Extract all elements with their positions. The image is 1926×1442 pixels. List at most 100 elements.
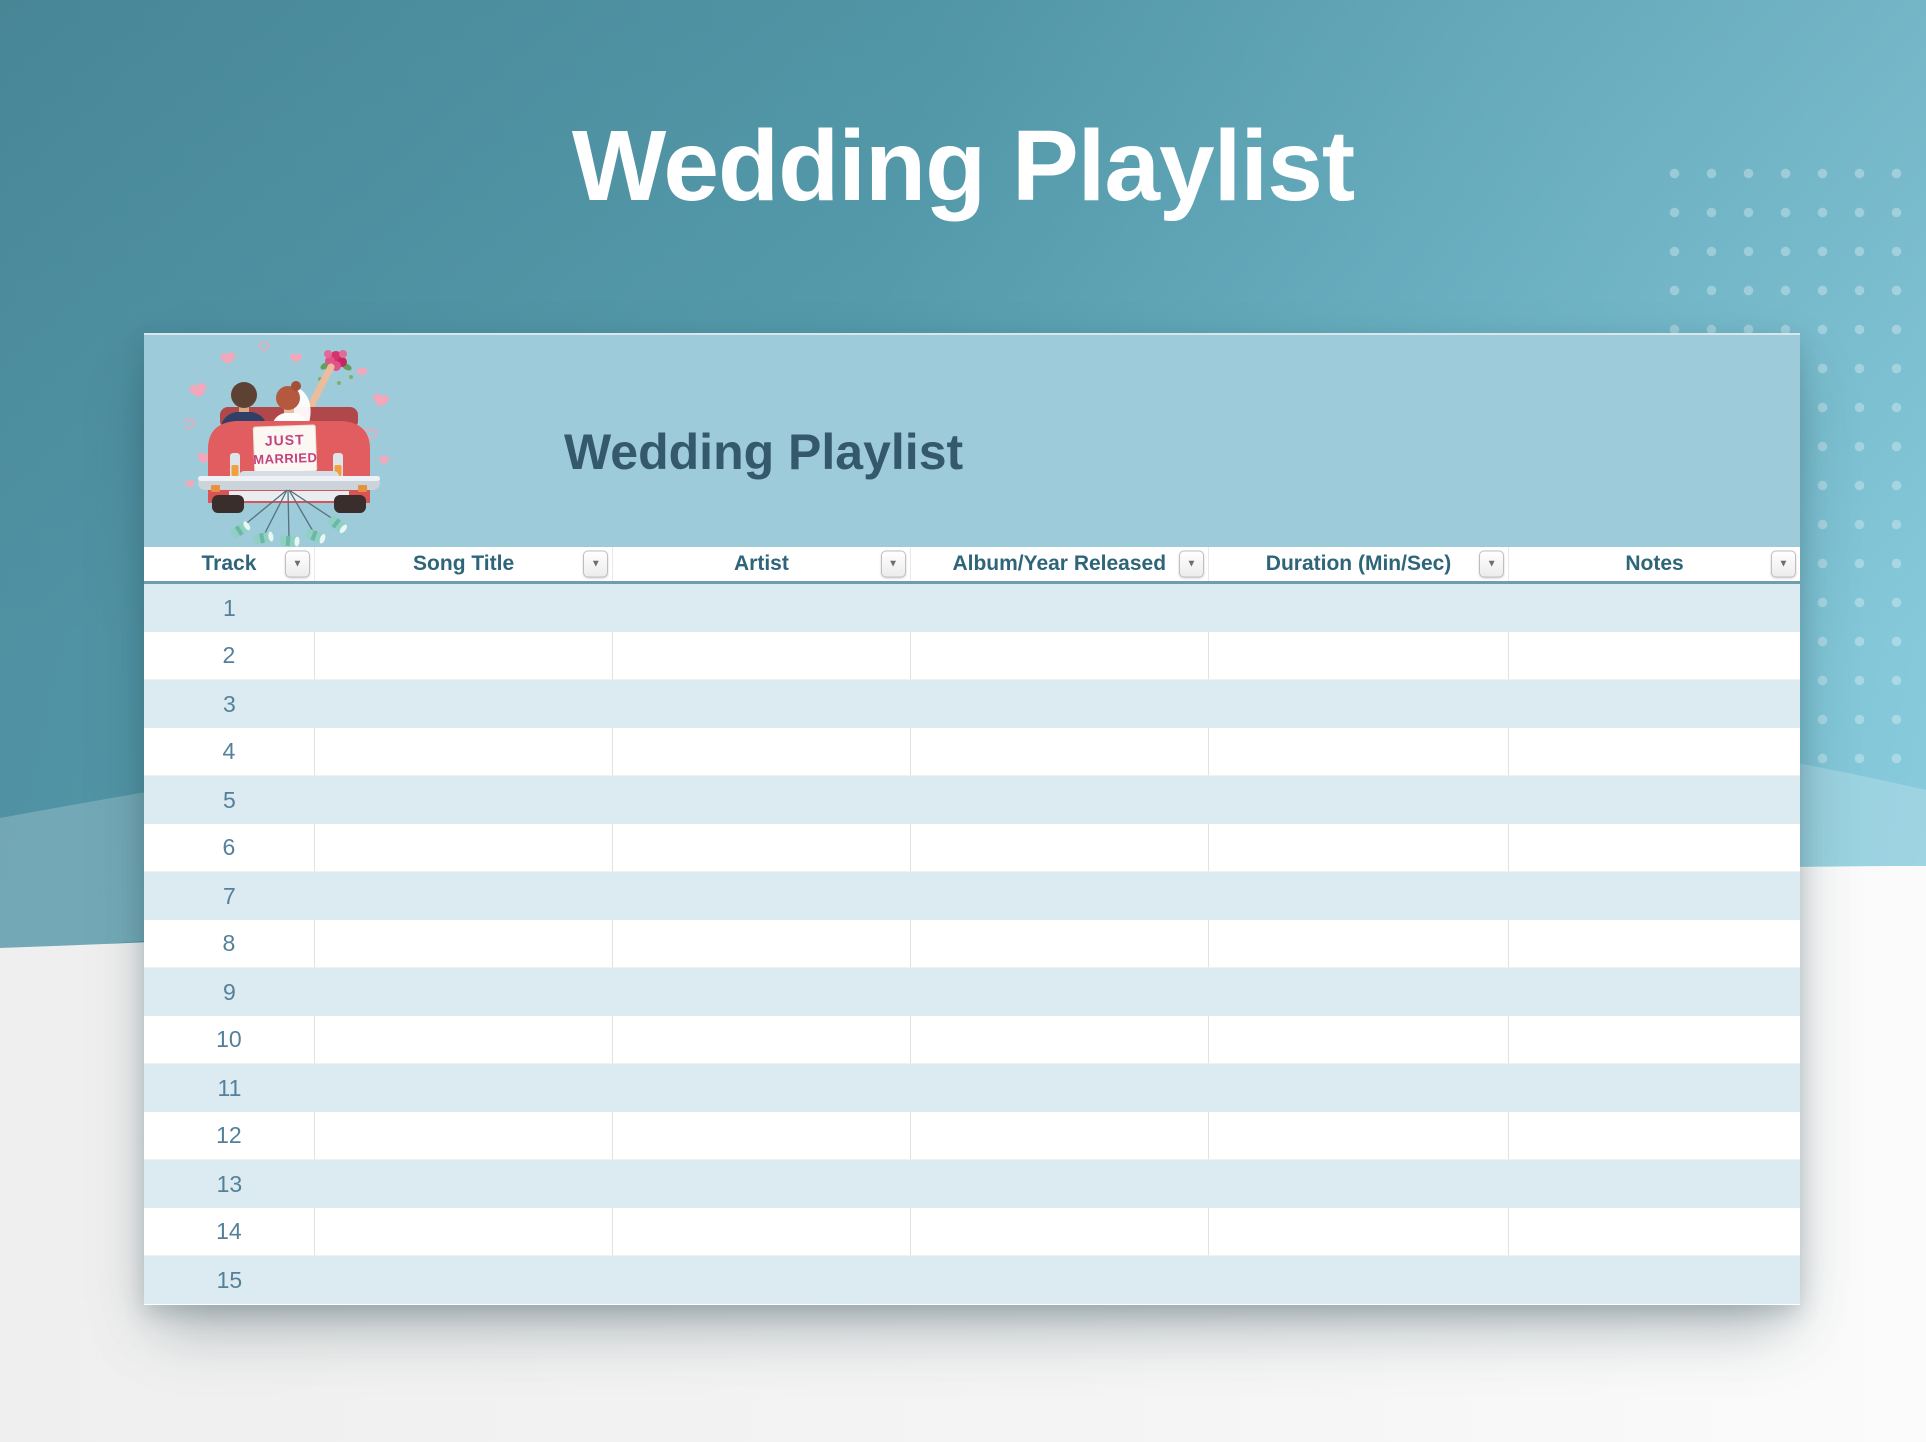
track-cell[interactable]: 13 xyxy=(144,1160,315,1208)
artist-cell[interactable] xyxy=(613,968,910,1016)
duration-cell[interactable] xyxy=(1209,1112,1509,1160)
duration-cell[interactable] xyxy=(1209,728,1509,776)
track-cell[interactable]: 15 xyxy=(144,1256,315,1304)
track-cell[interactable]: 8 xyxy=(144,920,315,968)
notes-cell[interactable] xyxy=(1509,968,1800,1016)
duration-cell[interactable] xyxy=(1209,920,1509,968)
artist-cell[interactable] xyxy=(613,680,910,728)
duration-cell[interactable] xyxy=(1209,872,1509,920)
song-title-cell[interactable] xyxy=(315,824,613,872)
album-year-cell[interactable] xyxy=(911,872,1209,920)
artist-cell[interactable] xyxy=(613,1064,910,1112)
artist-cell[interactable] xyxy=(613,1208,910,1256)
artist-cell[interactable] xyxy=(613,632,910,680)
notes-cell[interactable] xyxy=(1509,728,1800,776)
track-cell[interactable]: 1 xyxy=(144,584,315,632)
duration-cell[interactable] xyxy=(1209,776,1509,824)
filter-button-album-year[interactable]: ▼ xyxy=(1179,551,1204,578)
notes-cell[interactable] xyxy=(1509,632,1800,680)
artist-cell[interactable] xyxy=(613,824,910,872)
table-row: 1 xyxy=(144,584,1800,632)
duration-cell[interactable] xyxy=(1209,1016,1509,1064)
notes-cell[interactable] xyxy=(1509,824,1800,872)
album-year-cell[interactable] xyxy=(911,1160,1209,1208)
notes-cell[interactable] xyxy=(1509,680,1800,728)
notes-cell[interactable] xyxy=(1509,1256,1800,1304)
album-year-cell[interactable] xyxy=(911,632,1209,680)
track-cell[interactable]: 2 xyxy=(144,632,315,680)
song-title-cell[interactable] xyxy=(315,632,613,680)
album-year-cell[interactable] xyxy=(911,968,1209,1016)
track-cell[interactable]: 10 xyxy=(144,1016,315,1064)
notes-cell[interactable] xyxy=(1509,872,1800,920)
filter-button-track[interactable]: ▼ xyxy=(285,551,310,578)
album-year-cell[interactable] xyxy=(911,824,1209,872)
album-year-cell[interactable] xyxy=(911,1208,1209,1256)
track-cell[interactable]: 14 xyxy=(144,1208,315,1256)
duration-cell[interactable] xyxy=(1209,632,1509,680)
song-title-cell[interactable] xyxy=(315,1016,613,1064)
album-year-cell[interactable] xyxy=(911,920,1209,968)
album-year-cell[interactable] xyxy=(911,1112,1209,1160)
artist-cell[interactable] xyxy=(613,1112,910,1160)
artist-cell[interactable] xyxy=(613,920,910,968)
artist-cell[interactable] xyxy=(613,584,910,632)
artist-cell[interactable] xyxy=(613,1016,910,1064)
artist-cell[interactable] xyxy=(613,728,910,776)
song-title-cell[interactable] xyxy=(315,1256,613,1304)
notes-cell[interactable] xyxy=(1509,920,1800,968)
notes-cell[interactable] xyxy=(1509,1016,1800,1064)
duration-cell[interactable] xyxy=(1209,1208,1509,1256)
duration-cell[interactable] xyxy=(1209,968,1509,1016)
artist-cell[interactable] xyxy=(613,872,910,920)
table-row: 12 xyxy=(144,1112,1800,1160)
track-cell[interactable]: 11 xyxy=(144,1064,315,1112)
album-year-cell[interactable] xyxy=(911,1064,1209,1112)
duration-cell[interactable] xyxy=(1209,1160,1509,1208)
notes-cell[interactable] xyxy=(1509,776,1800,824)
notes-cell[interactable] xyxy=(1509,584,1800,632)
filter-button-notes[interactable]: ▼ xyxy=(1771,551,1796,578)
duration-cell[interactable] xyxy=(1209,824,1509,872)
track-cell[interactable]: 7 xyxy=(144,872,315,920)
notes-cell[interactable] xyxy=(1509,1208,1800,1256)
track-cell[interactable]: 12 xyxy=(144,1112,315,1160)
track-cell[interactable]: 3 xyxy=(144,680,315,728)
artist-cell[interactable] xyxy=(613,1160,910,1208)
song-title-cell[interactable] xyxy=(315,968,613,1016)
duration-cell[interactable] xyxy=(1209,1256,1509,1304)
album-year-cell[interactable] xyxy=(911,1256,1209,1304)
album-year-cell[interactable] xyxy=(911,728,1209,776)
filter-button-song-title[interactable]: ▼ xyxy=(583,551,608,578)
duration-cell[interactable] xyxy=(1209,1064,1509,1112)
just-married-sign: JUST MARRIED xyxy=(252,425,318,473)
artist-cell[interactable] xyxy=(613,776,910,824)
filter-button-duration[interactable]: ▼ xyxy=(1479,551,1504,578)
song-title-cell[interactable] xyxy=(315,1160,613,1208)
album-year-cell[interactable] xyxy=(911,1016,1209,1064)
song-title-cell[interactable] xyxy=(315,728,613,776)
track-cell[interactable]: 9 xyxy=(144,968,315,1016)
album-year-cell[interactable] xyxy=(911,680,1209,728)
album-year-cell[interactable] xyxy=(911,584,1209,632)
song-title-cell[interactable] xyxy=(315,680,613,728)
artist-cell[interactable] xyxy=(613,1256,910,1304)
duration-cell[interactable] xyxy=(1209,584,1509,632)
track-cell[interactable]: 4 xyxy=(144,728,315,776)
track-cell[interactable]: 5 xyxy=(144,776,315,824)
song-title-cell[interactable] xyxy=(315,776,613,824)
album-year-cell[interactable] xyxy=(911,776,1209,824)
song-title-cell[interactable] xyxy=(315,1208,613,1256)
notes-cell[interactable] xyxy=(1509,1064,1800,1112)
filter-dropdown-icon: ▼ xyxy=(292,559,302,569)
filter-button-artist[interactable]: ▼ xyxy=(881,551,906,578)
track-cell[interactable]: 6 xyxy=(144,824,315,872)
song-title-cell[interactable] xyxy=(315,872,613,920)
notes-cell[interactable] xyxy=(1509,1112,1800,1160)
song-title-cell[interactable] xyxy=(315,1112,613,1160)
song-title-cell[interactable] xyxy=(315,1064,613,1112)
song-title-cell[interactable] xyxy=(315,920,613,968)
notes-cell[interactable] xyxy=(1509,1160,1800,1208)
duration-cell[interactable] xyxy=(1209,680,1509,728)
song-title-cell[interactable] xyxy=(315,584,613,632)
